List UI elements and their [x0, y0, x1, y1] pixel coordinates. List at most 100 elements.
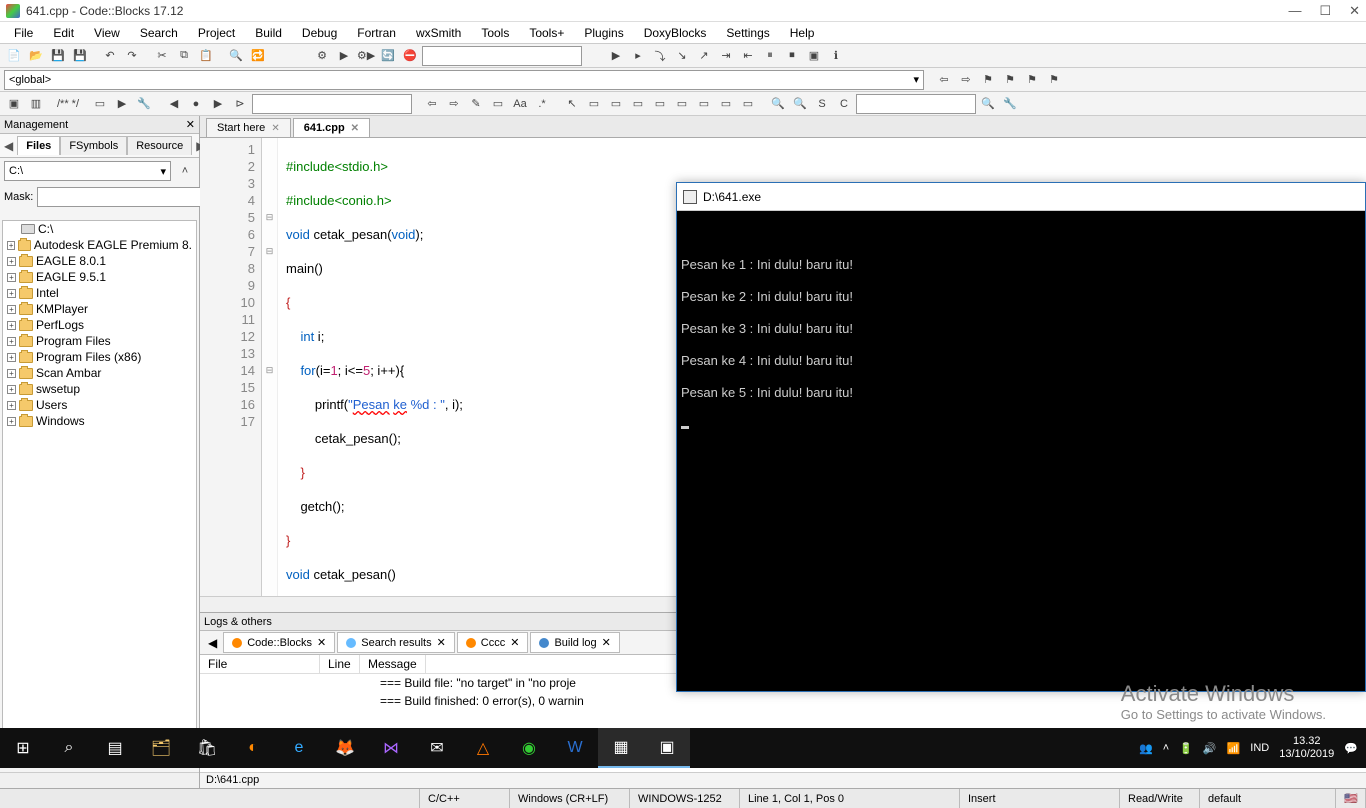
- paste-icon[interactable]: 📋: [196, 46, 216, 66]
- minimize-button[interactable]: ―: [1288, 3, 1301, 19]
- menu-plugins[interactable]: Plugins: [574, 24, 633, 42]
- step-out-icon[interactable]: ↗: [694, 46, 714, 66]
- console-window[interactable]: D:\641.exe Pesan ke 1 : Ini dulu! baru i…: [676, 182, 1366, 692]
- scope-combo[interactable]: <global>▾: [4, 70, 924, 90]
- info-icon[interactable]: ℹ: [826, 46, 846, 66]
- mgmt-tab-fsymbols[interactable]: FSymbols: [60, 136, 127, 155]
- bookmark-prev-icon[interactable]: ⚑: [1000, 70, 1020, 90]
- c-icon[interactable]: C: [834, 94, 854, 114]
- run-to-cursor-icon[interactable]: ▸: [628, 46, 648, 66]
- drive-combo[interactable]: C:\▾: [4, 161, 171, 181]
- undo-icon[interactable]: ↶: [100, 46, 120, 66]
- debug-run-icon[interactable]: ▶: [606, 46, 626, 66]
- debugging-windows-icon[interactable]: ▣: [804, 46, 824, 66]
- menu-view[interactable]: View: [84, 24, 130, 42]
- messaging-icon[interactable]: ⋈: [368, 728, 414, 768]
- doxy-run-icon[interactable]: ▶: [112, 94, 132, 114]
- store-icon[interactable]: 🛍: [184, 728, 230, 768]
- close-icon[interactable]: ✕: [351, 123, 359, 134]
- jump-back-icon[interactable]: ◀: [164, 94, 184, 114]
- battery-icon[interactable]: 🔋: [1179, 742, 1193, 755]
- find-combo[interactable]: [856, 94, 976, 114]
- line-icon[interactable]: ◉: [506, 728, 552, 768]
- search-icon[interactable]: ⌕: [46, 728, 92, 768]
- highlight-icon[interactable]: ✎: [466, 94, 486, 114]
- menu-file[interactable]: File: [4, 24, 43, 42]
- break-icon[interactable]: ⏸: [760, 46, 780, 66]
- logs-prev-icon[interactable]: ◀: [204, 636, 221, 650]
- step-over-icon[interactable]: ⤵: [650, 46, 670, 66]
- tab-start-here[interactable]: Start here✕: [206, 118, 291, 137]
- menu-project[interactable]: Project: [188, 24, 245, 42]
- prev-change-icon[interactable]: ⇦: [422, 94, 442, 114]
- regex-icon[interactable]: .*: [532, 94, 552, 114]
- notification-icon[interactable]: 💬: [1344, 742, 1358, 755]
- console-task-icon[interactable]: ▣: [644, 728, 690, 768]
- replace-icon[interactable]: 🔁: [248, 46, 268, 66]
- menu-doxyblocks[interactable]: DoxyBlocks: [634, 24, 717, 42]
- rect2-icon[interactable]: ▭: [606, 94, 626, 114]
- menu-debug[interactable]: Debug: [292, 24, 347, 42]
- tab-641cpp[interactable]: 641.cpp✕: [293, 118, 370, 137]
- console-titlebar[interactable]: D:\641.exe: [677, 183, 1365, 211]
- rect6-icon[interactable]: ▭: [694, 94, 714, 114]
- selection-icon[interactable]: ▭: [488, 94, 508, 114]
- menu-edit[interactable]: Edit: [43, 24, 84, 42]
- open-icon[interactable]: 📂: [26, 46, 46, 66]
- nav-fwd-icon[interactable]: ⇨: [956, 70, 976, 90]
- rect5-icon[interactable]: ▭: [672, 94, 692, 114]
- jump-dot-icon[interactable]: ●: [186, 94, 206, 114]
- build-target-combo[interactable]: [422, 46, 582, 66]
- zoom-in-icon[interactable]: 🔍: [768, 94, 788, 114]
- menu-toolsplus[interactable]: Tools+: [519, 24, 574, 42]
- vlc-icon[interactable]: △: [460, 728, 506, 768]
- step-instr-icon[interactable]: ⇤: [738, 46, 758, 66]
- taskbar[interactable]: ⊞ ⌕ ▤ 🗂 🛍 ◐ e 🦊 ⋈ ✉ △ ◉ W ▦ ▣ 👥 ˄ 🔋 🔊 📶 …: [0, 728, 1366, 768]
- uc-browser-icon[interactable]: ◐: [230, 728, 276, 768]
- mgmt-tab-resources[interactable]: Resource: [127, 136, 192, 155]
- rebuild-icon[interactable]: 🔄: [378, 46, 398, 66]
- word-icon[interactable]: W: [552, 728, 598, 768]
- start-button[interactable]: ⊞: [0, 728, 46, 768]
- log-tab-search[interactable]: Search results✕: [337, 632, 455, 653]
- explorer-icon[interactable]: 🗂: [138, 728, 184, 768]
- pointer-icon[interactable]: ↖: [562, 94, 582, 114]
- cut-icon[interactable]: ✂: [152, 46, 172, 66]
- menu-build[interactable]: Build: [245, 24, 292, 42]
- stop-debug-icon[interactable]: ⏹: [782, 46, 802, 66]
- doxy-project-icon[interactable]: ▣: [4, 94, 24, 114]
- abort-icon[interactable]: ⛔: [400, 46, 420, 66]
- jump-combo[interactable]: [252, 94, 412, 114]
- rect4-icon[interactable]: ▭: [650, 94, 670, 114]
- mask-input[interactable]: [37, 187, 216, 207]
- build-run-icon[interactable]: ⚙▶: [356, 46, 376, 66]
- mail-icon[interactable]: ✉: [414, 728, 460, 768]
- build-icon[interactable]: ⚙: [312, 46, 332, 66]
- doxy-block-icon[interactable]: /** */: [48, 94, 88, 114]
- find-icon[interactable]: 🔍: [226, 46, 246, 66]
- save-icon[interactable]: 💾: [48, 46, 68, 66]
- jump-fwd-icon[interactable]: ▶: [208, 94, 228, 114]
- nav-back-icon[interactable]: ⇦: [934, 70, 954, 90]
- menu-settings[interactable]: Settings: [716, 24, 779, 42]
- rect8-icon[interactable]: ▭: [738, 94, 758, 114]
- edge-icon[interactable]: e: [276, 728, 322, 768]
- people-icon[interactable]: 👥: [1139, 742, 1153, 755]
- s-icon[interactable]: S: [812, 94, 832, 114]
- rect3-icon[interactable]: ▭: [628, 94, 648, 114]
- menu-wxsmith[interactable]: wxSmith: [406, 24, 471, 42]
- bookmark-flag-icon[interactable]: ⚑: [978, 70, 998, 90]
- rect7-icon[interactable]: ▭: [716, 94, 736, 114]
- new-file-icon[interactable]: 📄: [4, 46, 24, 66]
- log-tab-codeblocks[interactable]: Code::Blocks✕: [223, 632, 335, 653]
- close-icon[interactable]: ✕: [271, 123, 279, 134]
- fold-column[interactable]: ⊟⊟⊟: [262, 138, 278, 596]
- mgmt-tab-files[interactable]: Files: [17, 136, 60, 155]
- volume-icon[interactable]: 🔊: [1203, 742, 1217, 755]
- codeblocks-task-icon[interactable]: ▦: [598, 728, 644, 768]
- doxy-line-icon[interactable]: ▭: [90, 94, 110, 114]
- redo-icon[interactable]: ↷: [122, 46, 142, 66]
- mgmt-hscroll[interactable]: [0, 772, 199, 788]
- bookmark-clear-icon[interactable]: ⚑: [1044, 70, 1064, 90]
- text-case-icon[interactable]: Aa: [510, 94, 530, 114]
